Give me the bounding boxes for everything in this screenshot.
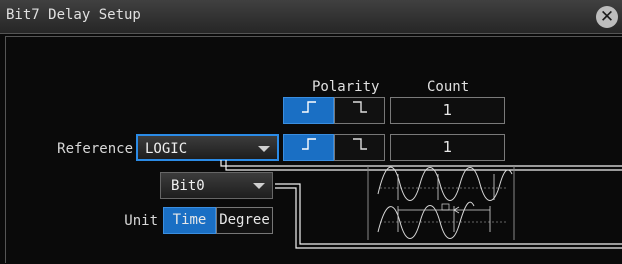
delay-waveform-diagram [367, 166, 515, 240]
callout-lines-and-waveform [220, 160, 622, 249]
callout-lines [220, 160, 622, 249]
